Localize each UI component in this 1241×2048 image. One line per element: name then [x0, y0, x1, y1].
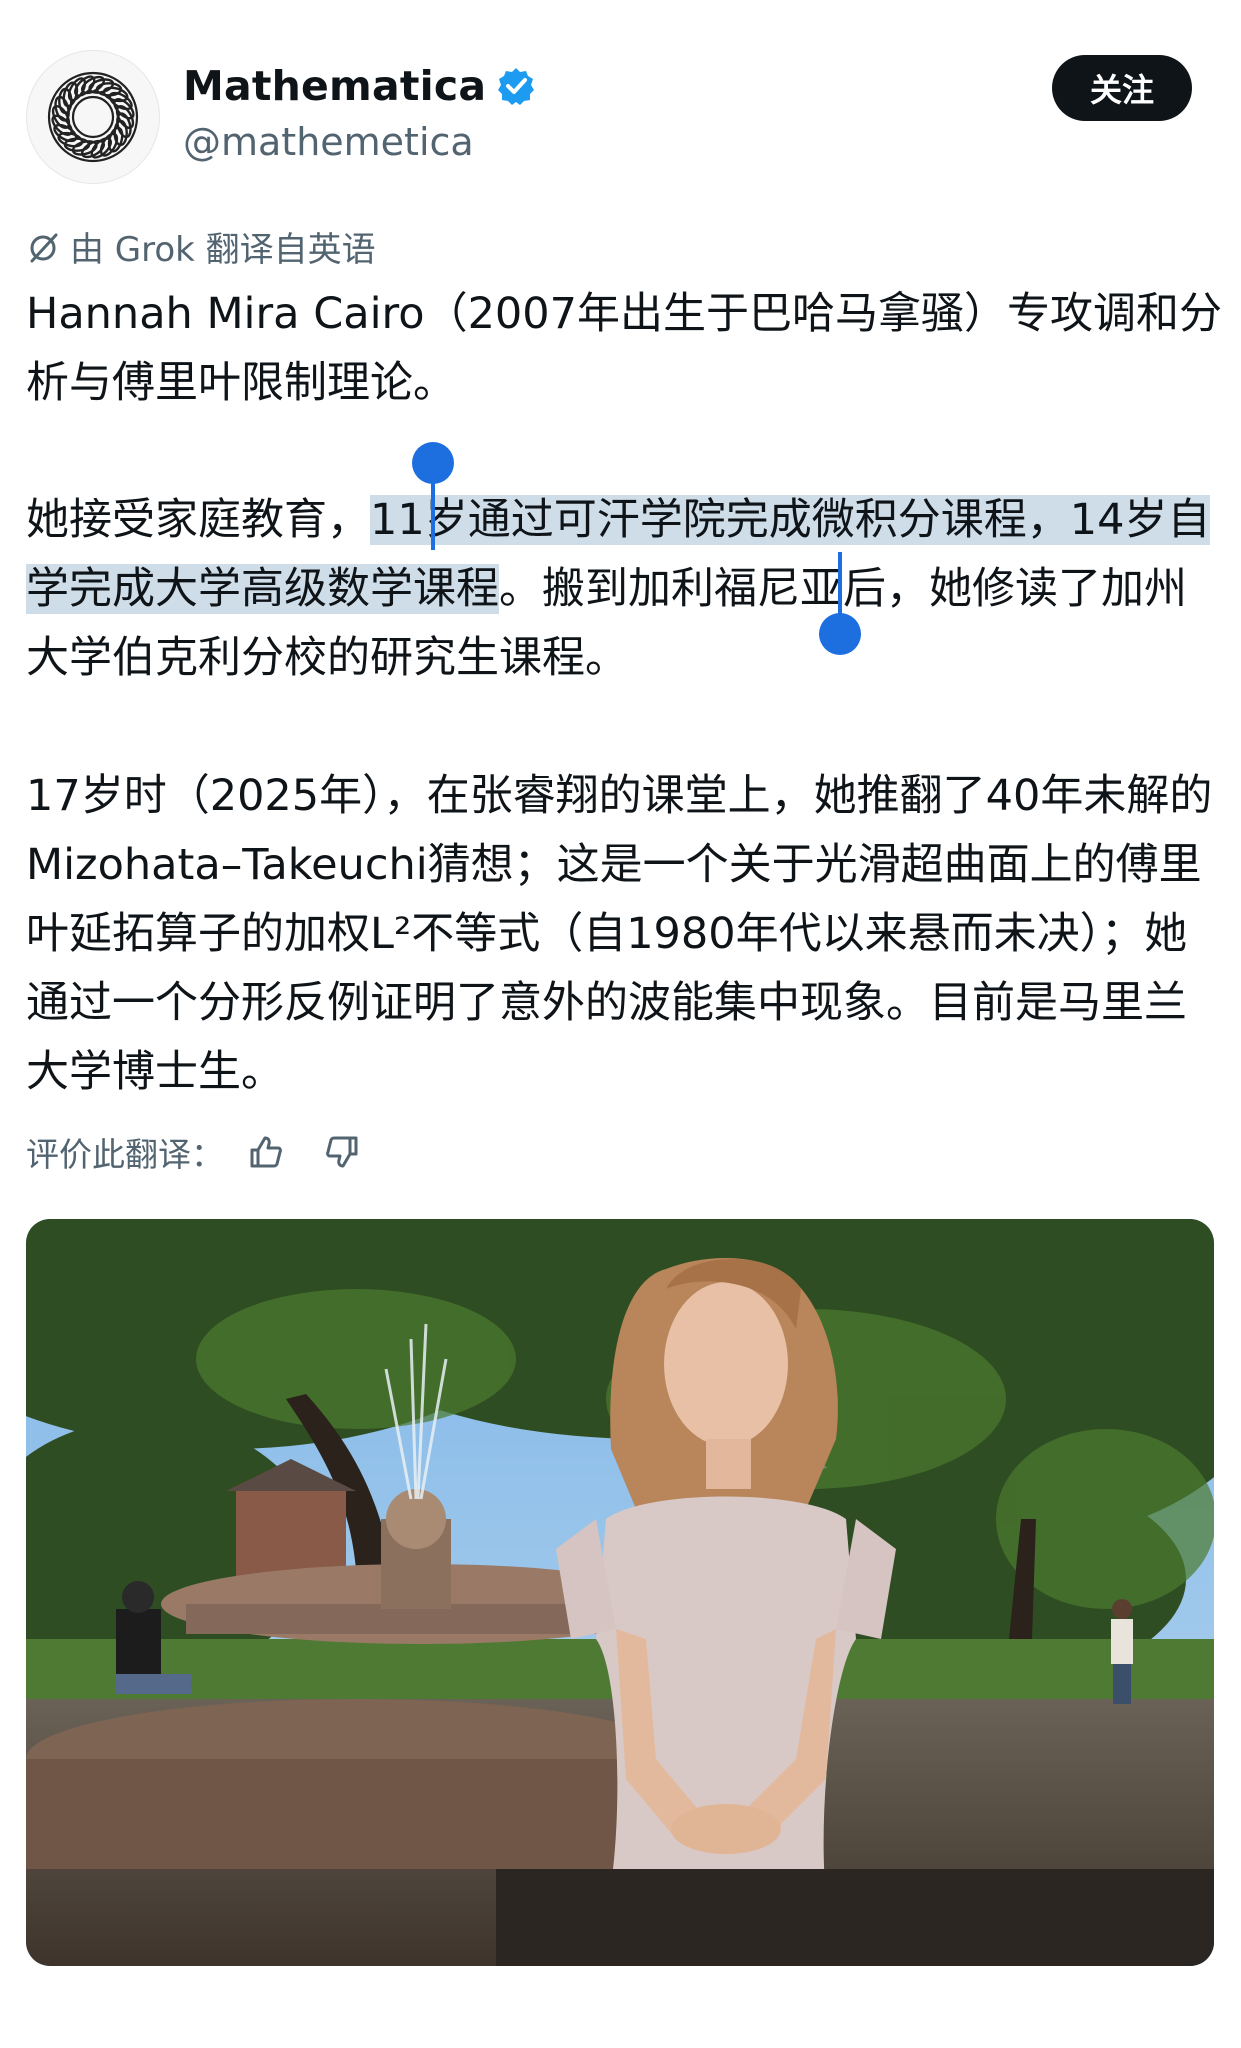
translation-label: 由 Grok 翻译自英语 — [70, 230, 376, 270]
post-paragraph-1: Hannah Mira Cairo（2007年出生于巴哈马拿骚）专攻调和分析与傅… — [26, 289, 1223, 408]
display-name-text: Mathematica — [183, 62, 487, 110]
avatar[interactable] — [26, 50, 160, 184]
photo-scene — [26, 1219, 1214, 1966]
grok-icon — [30, 233, 58, 262]
display-name[interactable]: Mathematica — [183, 62, 536, 110]
paragraph-2-start: 她接受家庭教育， — [26, 495, 370, 545]
post-paragraph-3: 17岁时（2025年），在张睿翔的课堂上，她推翻了40年未解的Mizohata–… — [26, 771, 1213, 1097]
verified-badge-icon — [498, 68, 535, 105]
thumbs-down-icon[interactable] — [322, 1132, 362, 1172]
rate-translation: 评价此翻译： — [26, 1128, 362, 1176]
handle[interactable]: @mathemetica — [183, 120, 474, 164]
follow-button[interactable]: 关注 — [1052, 55, 1192, 121]
rate-translation-label: 评价此翻译： — [26, 1135, 224, 1174]
translation-note[interactable]: 由 Grok 翻译自英语 — [26, 222, 376, 271]
post-paragraph-2: 她接受家庭教育，11岁通过可汗学院完成微积分课程，14岁自学完成大学高级数学课程… — [26, 486, 1226, 693]
selection-start-caret — [431, 470, 435, 550]
post-photo[interactable] — [26, 1219, 1214, 1966]
thumbs-up-icon[interactable] — [246, 1132, 286, 1172]
selection-end-handle[interactable] — [819, 613, 861, 655]
circular-knot-logo-icon — [47, 71, 139, 163]
selection-end-caret — [838, 552, 842, 622]
